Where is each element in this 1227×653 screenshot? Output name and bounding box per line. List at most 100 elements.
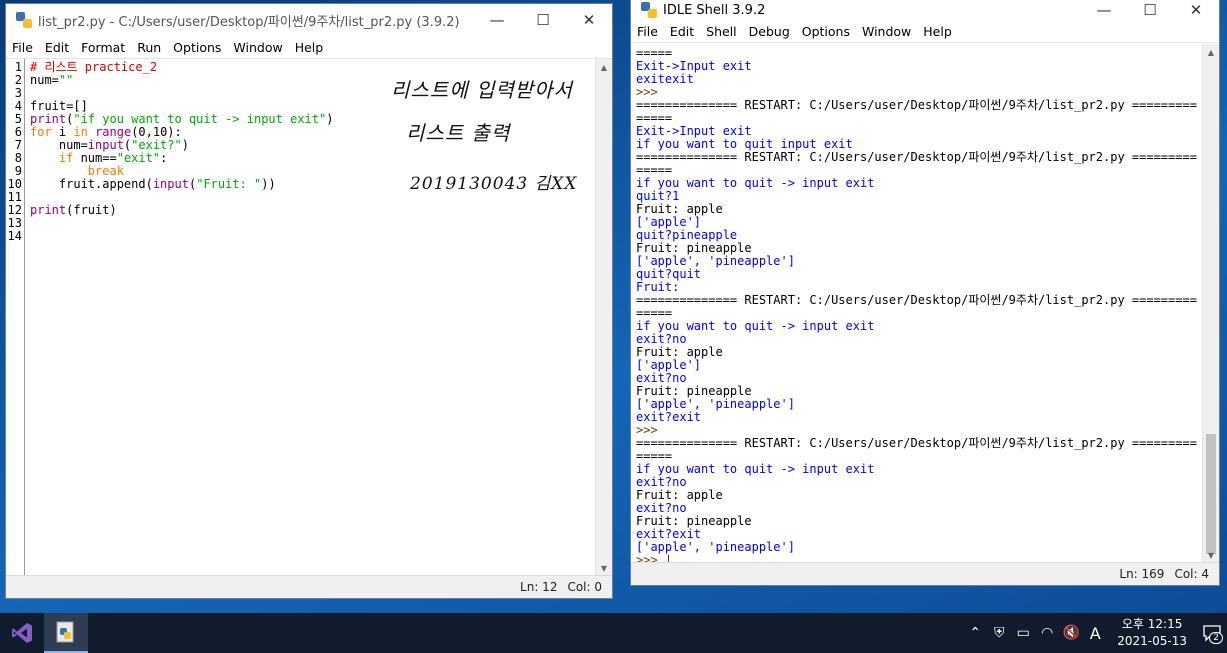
menu-file[interactable]: File xyxy=(6,40,39,55)
shell-line: if you want to quit -> input exit xyxy=(636,319,875,333)
code-token: fruit.append( xyxy=(30,177,153,191)
menu-options[interactable]: Options xyxy=(167,40,227,55)
wifi-icon[interactable]: ◠ xyxy=(1035,625,1059,641)
code-token: input xyxy=(87,138,124,152)
battery-icon[interactable]: ▭ xyxy=(1011,625,1035,641)
editor-col-indicator: Col: 0 xyxy=(567,580,602,594)
shell-line: ============== RESTART: C:/Users/user/De… xyxy=(636,293,1197,307)
shell-output-area[interactable]: ===== Exit->Input exit exitexit >>> ========… xyxy=(636,47,1199,563)
shell-line: ============== RESTART: C:/Users/user/De… xyxy=(636,150,1197,164)
clock-time: 오후 12:15 xyxy=(1121,617,1183,631)
shell-window-title: IDLE Shell 3.9.2 xyxy=(663,2,766,18)
scroll-up-icon[interactable]: ▲ xyxy=(1203,44,1219,60)
code-token: "if you want to quit -> input exit" xyxy=(73,112,327,126)
scrollbar-thumb[interactable] xyxy=(1206,434,1216,554)
handwritten-note-line1: 리스트에 입력받아서 xyxy=(391,78,573,102)
menu-file[interactable]: File xyxy=(631,24,664,39)
scroll-down-icon[interactable]: ▼ xyxy=(596,560,612,576)
scroll-down-icon[interactable]: ▼ xyxy=(1203,547,1219,563)
shell-titlebar[interactable]: IDLE Shell 3.9.2 — ☐ ✕ xyxy=(631,0,1219,20)
shell-statusbar: Ln: 169 Col: 4 xyxy=(631,562,1219,585)
input-method-indicator[interactable]: A xyxy=(1083,624,1107,643)
code-token: for xyxy=(30,125,52,139)
shell-line-indicator: Ln: 169 xyxy=(1119,567,1165,581)
shell-line: Fruit: apple xyxy=(636,488,723,502)
editor-line-indicator: Ln: 12 xyxy=(520,580,558,594)
code-token: (0,10): xyxy=(131,125,182,139)
code-token: "" xyxy=(58,73,74,87)
code-token: "exit?" xyxy=(131,138,182,152)
security-icon[interactable]: ⛨ xyxy=(987,625,1011,641)
editor-window[interactable]: list_pr2.py - C:/Users/user/Desktop/파이썬/… xyxy=(5,3,613,599)
editor-window-title: list_pr2.py - C:/Users/user/Desktop/파이썬/… xyxy=(38,14,460,30)
shell-line: Fruit: pineapple xyxy=(636,514,752,528)
menu-debug[interactable]: Debug xyxy=(743,24,796,39)
visual-studio-icon xyxy=(12,623,32,643)
code-line: print(fruit) xyxy=(30,204,594,217)
code-token: (fruit) xyxy=(66,203,117,217)
menu-help[interactable]: Help xyxy=(289,40,330,55)
line-number: 14 xyxy=(7,229,22,243)
taskbar: ⌃ ⛨ ▭ ◠ 🔇 A 오후 12:15 2021-05-13 2 xyxy=(0,613,1227,653)
menu-run[interactable]: Run xyxy=(131,40,167,55)
shell-line: ['apple', 'pineapple'] xyxy=(636,254,795,268)
taskbar-python-idle[interactable] xyxy=(44,613,88,653)
line-number-gutter: 1 2 3 4 5 6 7 8 9 10 11 12 13 14 xyxy=(6,59,25,576)
minimize-icon[interactable]: — xyxy=(474,4,520,36)
shell-col-indicator: Col: 4 xyxy=(1174,567,1209,581)
code-token: )) xyxy=(261,177,276,191)
menu-window[interactable]: Window xyxy=(856,24,917,39)
menu-edit[interactable]: Edit xyxy=(664,24,700,39)
code-token: range xyxy=(95,125,132,139)
python-idle-icon xyxy=(641,2,657,18)
shell-line: ['apple'] xyxy=(636,358,702,372)
clock[interactable]: 오후 12:15 2021-05-13 xyxy=(1107,616,1197,650)
code-token: "exit" xyxy=(116,151,161,165)
code-token: ) xyxy=(326,112,334,126)
code-token: in xyxy=(73,125,88,139)
shell-window[interactable]: IDLE Shell 3.9.2 — ☐ ✕ File Edit Shell D… xyxy=(630,0,1220,586)
menu-edit[interactable]: Edit xyxy=(39,40,75,55)
code-token: print xyxy=(30,203,67,217)
taskbar-visual-studio[interactable] xyxy=(0,613,44,653)
code-token: break xyxy=(87,164,124,178)
shell-line: quit?quit xyxy=(636,267,702,281)
close-icon[interactable]: ✕ xyxy=(1173,0,1219,20)
menu-window[interactable]: Window xyxy=(227,40,288,55)
scroll-up-icon[interactable]: ▲ xyxy=(596,59,612,75)
code-token: : xyxy=(160,151,168,165)
code-token: num= xyxy=(30,138,88,152)
menu-options[interactable]: Options xyxy=(796,24,856,39)
menu-help[interactable]: Help xyxy=(917,24,958,39)
menu-shell[interactable]: Shell xyxy=(700,24,743,39)
code-line: # 리스트 practice_2 xyxy=(30,61,594,74)
maximize-icon[interactable]: ☐ xyxy=(1127,0,1173,20)
menu-format[interactable]: Format xyxy=(75,40,131,55)
python-file-icon xyxy=(16,12,32,28)
notification-count-badge: 2 xyxy=(1209,632,1223,644)
volume-muted-icon[interactable]: 🔇 xyxy=(1059,625,1083,641)
shell-line: ['apple', 'pineapple'] xyxy=(636,397,795,411)
code-token: input xyxy=(152,177,189,191)
shell-vertical-scrollbar[interactable]: ▲ ▼ xyxy=(1202,44,1219,563)
notification-center-button[interactable]: 2 xyxy=(1197,618,1227,648)
code-token: ) xyxy=(181,138,189,152)
shell-line: if you want to quit -> input exit xyxy=(636,176,875,190)
editor-vertical-scrollbar[interactable]: ▲ ▼ xyxy=(595,59,612,576)
minimize-icon[interactable]: — xyxy=(1081,0,1127,20)
editor-menubar: File Edit Format Run Options Window Help xyxy=(6,36,612,59)
code-token: if xyxy=(58,151,74,165)
handwritten-note-line2: 리스트 출력 xyxy=(406,121,511,145)
shell-line: Exit->Input exit xyxy=(636,59,752,73)
editor-statusbar: Ln: 12 Col: 0 xyxy=(6,575,612,598)
code-token: num= xyxy=(30,73,59,87)
maximize-icon[interactable]: ☐ xyxy=(520,4,566,36)
close-icon[interactable]: ✕ xyxy=(566,4,612,36)
editor-titlebar[interactable]: list_pr2.py - C:/Users/user/Desktop/파이썬/… xyxy=(6,4,612,36)
chevron-up-icon[interactable]: ⌃ xyxy=(963,625,987,641)
code-token: # 리스트 practice_2 xyxy=(30,60,158,74)
shell-line: if you want to quit -> input exit xyxy=(636,462,875,476)
